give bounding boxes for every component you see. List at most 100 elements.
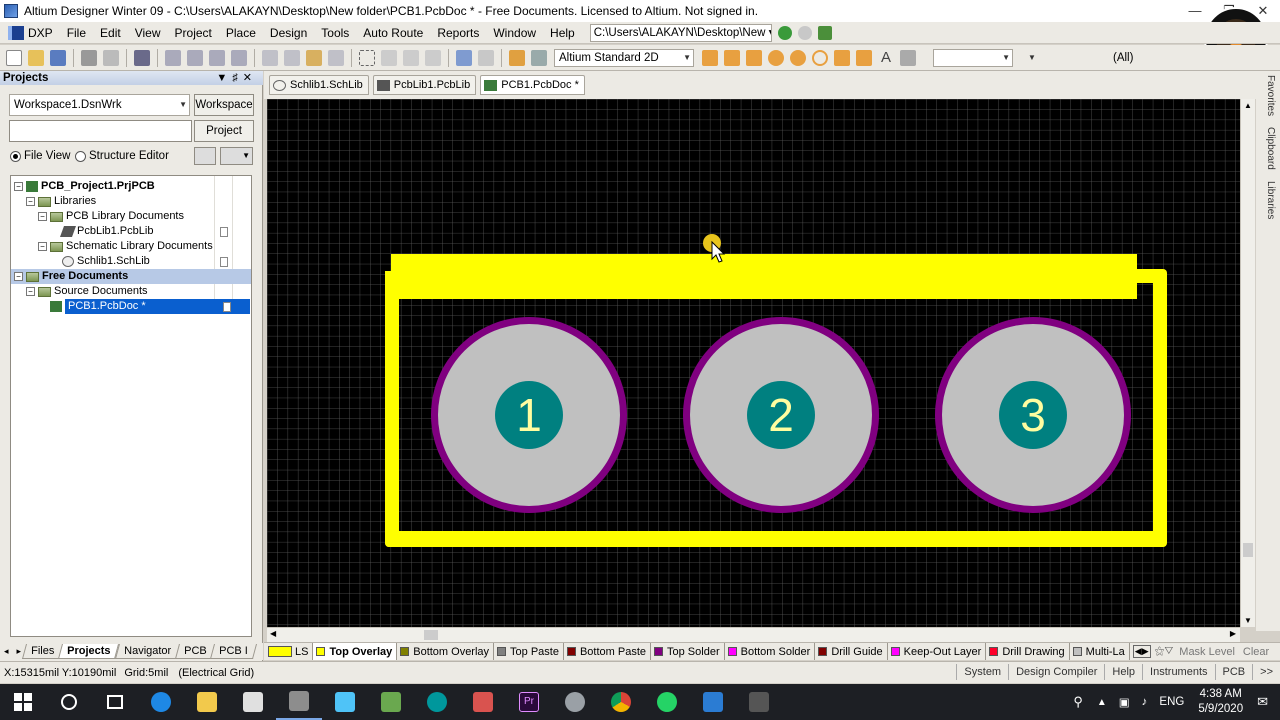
folder-options-icon[interactable]: ▼ (220, 147, 253, 165)
tray-overflow-icon[interactable]: ▲ (1091, 697, 1113, 708)
scroll-thumb[interactable] (424, 630, 438, 640)
system-button[interactable]: System (956, 664, 1008, 680)
menu-help[interactable]: Help (543, 22, 582, 44)
taskbar-altium[interactable] (276, 684, 322, 720)
volume-icon[interactable]: ♪ (1136, 696, 1154, 708)
network-icon[interactable]: ▣ (1113, 695, 1136, 709)
menu-edit[interactable]: Edit (93, 22, 128, 44)
menu-dxp[interactable]: DXP (0, 22, 60, 44)
workspace-select[interactable]: Workspace1.DsnWrk ▼ (9, 94, 190, 116)
menu-project[interactable]: Project (168, 22, 219, 44)
zoom-area-icon[interactable] (187, 49, 203, 66)
filter-mode-select[interactable]: ▼ (933, 48, 1013, 67)
multi-route-icon[interactable] (746, 49, 762, 66)
print-preview-icon[interactable] (103, 49, 119, 66)
layer-tab[interactable]: Top Paste (494, 643, 564, 660)
scroll-thumb[interactable] (1243, 543, 1253, 557)
scroll-left-icon[interactable]: ◀ (270, 629, 276, 638)
tab-libraries[interactable]: Libraries (1260, 181, 1276, 219)
layer-tab[interactable]: Bottom Paste (564, 643, 652, 660)
taskbar-store[interactable] (230, 684, 276, 720)
tree-item-project[interactable]: − PCB_Project1.PrjPCB (11, 179, 251, 194)
instruments-button[interactable]: Instruments (1142, 664, 1214, 680)
tab-navigator[interactable]: Navigator (114, 644, 180, 659)
deselect-icon[interactable] (403, 49, 419, 66)
design-compiler-button[interactable]: Design Compiler (1008, 664, 1104, 680)
tree-item-schematic-library-documents[interactable]: − Schematic Library Documents (11, 239, 251, 254)
tab-pcblib[interactable]: PcbLib1.PcbLib (372, 75, 477, 95)
help-button[interactable]: Help (1104, 664, 1142, 680)
pad-3[interactable]: 3 (935, 317, 1131, 513)
taskbar-app-gear[interactable] (552, 684, 598, 720)
taskbar-arduino[interactable] (414, 684, 460, 720)
vertical-scrollbar[interactable]: ▲ ▼ (1240, 99, 1255, 627)
scroll-right-icon[interactable]: ▶ (1230, 629, 1236, 638)
more-button[interactable]: >> (1252, 664, 1280, 680)
layer-tab[interactable]: Top Overlay (313, 643, 398, 660)
horizontal-scrollbar[interactable]: ◀ ▶ (267, 627, 1240, 642)
home-icon[interactable] (817, 25, 832, 40)
taskbar-app-blue[interactable] (322, 684, 368, 720)
scroll-down-icon[interactable]: ▼ (1244, 616, 1252, 625)
snap-icon[interactable]: ⚝▽ (1155, 646, 1174, 657)
zoom-filter-icon[interactable] (231, 49, 247, 66)
tree-item-schlib[interactable]: Schlib1.SchLib (11, 254, 251, 269)
tab-pcbdoc[interactable]: PCB1.PcbDoc * (480, 75, 585, 95)
tab-pcb-inspector[interactable]: PCB I (210, 644, 258, 659)
layer-tab[interactable]: Bottom Solder (725, 643, 816, 660)
tab-clipboard[interactable]: Clipboard (1260, 127, 1276, 170)
new-icon[interactable] (6, 49, 22, 66)
place-fill-icon[interactable] (834, 49, 850, 66)
clear-filter-icon[interactable] (425, 49, 441, 66)
tab-projects[interactable]: Projects (58, 644, 120, 659)
task-view-button[interactable] (92, 684, 138, 720)
menu-place[interactable]: Place (219, 22, 263, 44)
browse-icon[interactable] (531, 49, 547, 66)
project-options-icon[interactable] (194, 147, 216, 165)
clock[interactable]: 4:38 AM 5/9/2020 (1190, 687, 1251, 717)
tab-files[interactable]: Files (22, 644, 64, 659)
collapse-icon[interactable]: − (38, 242, 47, 251)
collapse-icon[interactable]: − (26, 197, 35, 206)
menu-tools[interactable]: Tools (314, 22, 356, 44)
pcb-drawing[interactable]: 1 2 3 (267, 99, 1240, 627)
menu-design[interactable]: Design (263, 22, 314, 44)
layer-set-button[interactable]: LS (264, 643, 314, 660)
tree-item-pcbdoc[interactable]: PCB1.PcbDoc * (11, 299, 251, 314)
taskbar-app-dark[interactable] (736, 684, 782, 720)
select-area-icon[interactable] (359, 49, 375, 66)
collapse-icon[interactable]: − (26, 287, 35, 296)
tab-favorites[interactable]: Favorites (1260, 75, 1276, 116)
scroll-up-icon[interactable]: ▲ (1244, 101, 1252, 110)
back-icon[interactable] (777, 25, 792, 40)
filter-combo[interactable]: ▼ (1027, 48, 1107, 67)
collapse-icon[interactable]: − (38, 212, 47, 221)
taskbar-explorer[interactable] (184, 684, 230, 720)
view-mode-select[interactable]: Altium Standard 2D ▼ (554, 48, 694, 67)
taskbar-premiere[interactable]: Pr (506, 684, 552, 720)
tab-schlib[interactable]: Schlib1.SchLib (269, 75, 369, 95)
interactive-route-icon[interactable] (702, 49, 718, 66)
taskbar-camera[interactable] (460, 684, 506, 720)
layer-tab[interactable]: Bottom Overlay (397, 643, 495, 660)
project-input[interactable] (9, 120, 192, 142)
menu-auto-route[interactable]: Auto Route (356, 22, 430, 44)
workspace-button[interactable]: Workspace (194, 94, 254, 116)
layer-tab[interactable]: Keep-Out Layer (888, 643, 987, 660)
structure-editor-radio[interactable]: Structure Editor (75, 150, 169, 162)
zoom-fit-icon[interactable] (165, 49, 181, 66)
board-icon[interactable] (134, 49, 150, 66)
print-icon[interactable] (81, 49, 97, 66)
collapse-icon[interactable]: − (14, 182, 23, 191)
layer-tab[interactable]: Top Solder (651, 643, 725, 660)
panel-controls[interactable]: ▼♯✕ (216, 71, 257, 85)
notifications-icon[interactable]: ✉ (1251, 694, 1280, 710)
layer-tab[interactable]: Drill Guide (815, 643, 888, 660)
tree-item-pcb-library-documents[interactable]: − PCB Library Documents (11, 209, 251, 224)
copy-icon[interactable] (284, 49, 300, 66)
layer-tab[interactable]: Drill Drawing (986, 643, 1070, 660)
cut-icon[interactable] (262, 49, 278, 66)
start-button[interactable] (0, 684, 46, 720)
pad-1[interactable]: 1 (431, 317, 627, 513)
rubber-stamp-icon[interactable] (328, 49, 344, 66)
